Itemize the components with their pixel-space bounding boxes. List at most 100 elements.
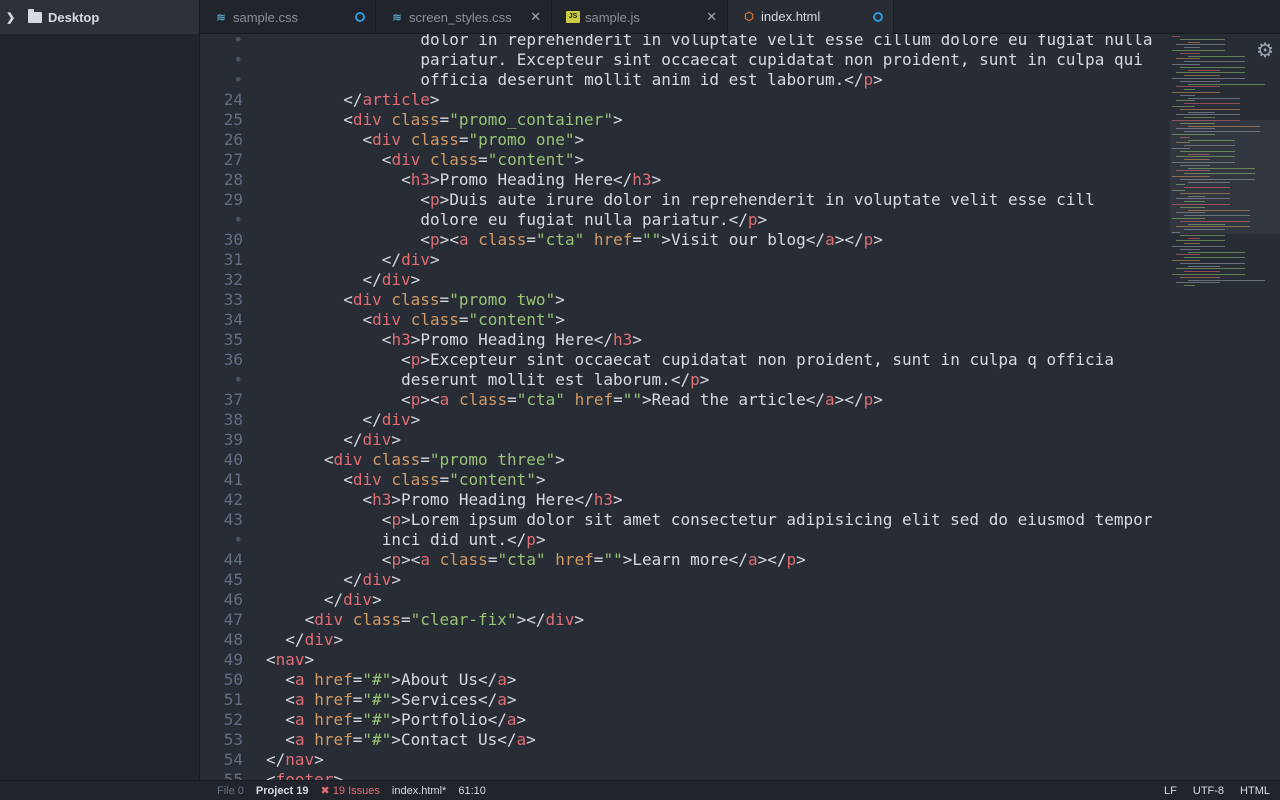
- tab-label: screen_styles.css: [409, 9, 512, 25]
- code-line[interactable]: 43 <p>Lorem ipsum dolor sit amet consecte…: [200, 510, 1170, 530]
- chevron-right-icon[interactable]: ❯: [6, 11, 18, 24]
- line-number[interactable]: 54: [200, 750, 243, 770]
- code-line[interactable]: • officia deserunt mollit anim id est lab…: [200, 70, 1170, 90]
- code-line[interactable]: 54 </nav>: [200, 750, 1170, 770]
- line-number[interactable]: 52: [200, 710, 243, 730]
- line-number[interactable]: •: [200, 70, 243, 90]
- tab-2[interactable]: JS sample.js ✕: [552, 0, 728, 34]
- line-number[interactable]: 35: [200, 330, 243, 350]
- modified-indicator-icon[interactable]: [355, 12, 365, 22]
- code-line[interactable]: • inci did unt.</p>: [200, 530, 1170, 550]
- gear-icon[interactable]: ⚙: [1256, 38, 1274, 63]
- code-line[interactable]: 46 </div>: [200, 590, 1170, 610]
- line-ending-selector[interactable]: LF: [1164, 785, 1177, 797]
- line-number[interactable]: •: [200, 34, 243, 50]
- line-number[interactable]: 44: [200, 550, 243, 570]
- line-number[interactable]: 24: [200, 90, 243, 110]
- line-number[interactable]: •: [200, 370, 243, 390]
- line-number[interactable]: 37: [200, 390, 243, 410]
- code-line[interactable]: 52 <a href="#">Portfolio</a>: [200, 710, 1170, 730]
- line-number[interactable]: 40: [200, 450, 243, 470]
- tab-3[interactable]: ⬡ index.html: [728, 0, 894, 34]
- code-line[interactable]: 53 <a href="#">Contact Us</a>: [200, 730, 1170, 750]
- line-number[interactable]: 50: [200, 670, 243, 690]
- line-number[interactable]: 25: [200, 110, 243, 130]
- line-number[interactable]: 43: [200, 510, 243, 530]
- line-number[interactable]: 42: [200, 490, 243, 510]
- line-number[interactable]: 33: [200, 290, 243, 310]
- line-number[interactable]: 48: [200, 630, 243, 650]
- code-line[interactable]: 45 </div>: [200, 570, 1170, 590]
- modified-indicator-icon[interactable]: [873, 11, 883, 22]
- code-line[interactable]: 29 <p>Duis aute irure dolor in reprehende…: [200, 190, 1170, 210]
- tab-0[interactable]: ≋ sample.css: [200, 0, 376, 34]
- line-number[interactable]: 30: [200, 230, 243, 250]
- code-line[interactable]: 44 <p><a class="cta" href="">Learn more</…: [200, 550, 1170, 570]
- code-line[interactable]: 50 <a href="#">About Us</a>: [200, 670, 1170, 690]
- encoding-selector[interactable]: UTF-8: [1193, 785, 1224, 797]
- close-icon[interactable]: ✕: [706, 9, 717, 25]
- line-number[interactable]: 27: [200, 150, 243, 170]
- code-line[interactable]: 24 </article>: [200, 90, 1170, 110]
- tree-root-desktop[interactable]: ❯ Desktop: [0, 0, 199, 34]
- code-line[interactable]: 55 <footer>: [200, 770, 1170, 780]
- minimap[interactable]: ⚙: [1170, 34, 1280, 780]
- line-number[interactable]: 51: [200, 690, 243, 710]
- code-line[interactable]: 51 <a href="#">Services</a>: [200, 690, 1170, 710]
- tab-1[interactable]: ≋ screen_styles.css ✕: [376, 0, 552, 34]
- code-line[interactable]: 40 <div class="promo three">: [200, 450, 1170, 470]
- line-number[interactable]: 38: [200, 410, 243, 430]
- line-number[interactable]: 47: [200, 610, 243, 630]
- grammar-selector[interactable]: HTML: [1240, 785, 1270, 797]
- code-line[interactable]: 28 <h3>Promo Heading Here</h3>: [200, 170, 1170, 190]
- line-number[interactable]: 26: [200, 130, 243, 150]
- code-line[interactable]: • dolore eu fugiat nulla pariatur.</p>: [200, 210, 1170, 230]
- code-line[interactable]: 35 <h3>Promo Heading Here</h3>: [200, 330, 1170, 350]
- project-issues-count[interactable]: Project 19: [256, 785, 309, 797]
- code-line[interactable]: 36 <p>Excepteur sint occaecat cupidatat n…: [200, 350, 1170, 370]
- line-number[interactable]: •: [200, 210, 243, 230]
- code-line[interactable]: 30 <p><a class="cta" href="">Visit our bl…: [200, 230, 1170, 250]
- code-line[interactable]: 49 <nav>: [200, 650, 1170, 670]
- line-number[interactable]: 53: [200, 730, 243, 750]
- code-line[interactable]: 26 <div class="promo one">: [200, 130, 1170, 150]
- line-number[interactable]: 29: [200, 190, 243, 210]
- close-icon[interactable]: ✕: [530, 9, 541, 25]
- code-line[interactable]: 39 </div>: [200, 430, 1170, 450]
- status-filename[interactable]: index.html*: [392, 785, 446, 797]
- line-number[interactable]: •: [200, 50, 243, 70]
- code-line[interactable]: 25 <div class="promo_container">: [200, 110, 1170, 130]
- issues-indicator[interactable]: ✖ 19 Issues: [321, 784, 380, 797]
- code-line[interactable]: 38 </div>: [200, 410, 1170, 430]
- code-line[interactable]: 47 <div class="clear-fix"></div>: [200, 610, 1170, 630]
- code-line[interactable]: 42 <h3>Promo Heading Here</h3>: [200, 490, 1170, 510]
- line-number[interactable]: 41: [200, 470, 243, 490]
- minimap-line: [1188, 251, 1245, 253]
- code-line[interactable]: • dolor in reprehenderit in voluptate vel…: [200, 34, 1170, 50]
- code-line[interactable]: 37 <p><a class="cta" href="">Read the art…: [200, 390, 1170, 410]
- code-line[interactable]: 31 </div>: [200, 250, 1170, 270]
- line-number[interactable]: 34: [200, 310, 243, 330]
- cursor-position[interactable]: 61:10: [458, 785, 486, 797]
- file-issues-count[interactable]: File 0: [217, 785, 244, 797]
- line-number[interactable]: 36: [200, 350, 243, 370]
- code-line[interactable]: 41 <div class="content">: [200, 470, 1170, 490]
- line-number[interactable]: •: [200, 530, 243, 550]
- line-number[interactable]: 28: [200, 170, 243, 190]
- code-editor[interactable]: • dolor in reprehenderit in voluptate vel…: [200, 34, 1170, 780]
- code-line[interactable]: 48 </div>: [200, 630, 1170, 650]
- line-number[interactable]: 45: [200, 570, 243, 590]
- code-line[interactable]: 27 <div class="content">: [200, 150, 1170, 170]
- line-number[interactable]: 39: [200, 430, 243, 450]
- code-line[interactable]: 33 <div class="promo two">: [200, 290, 1170, 310]
- minimap-line: [1180, 262, 1245, 264]
- line-number[interactable]: 31: [200, 250, 243, 270]
- code-line[interactable]: • deserunt mollit est laborum.</p>: [200, 370, 1170, 390]
- code-line[interactable]: 34 <div class="content">: [200, 310, 1170, 330]
- line-number[interactable]: 46: [200, 590, 243, 610]
- line-number[interactable]: 32: [200, 270, 243, 290]
- code-line[interactable]: 32 </div>: [200, 270, 1170, 290]
- code-line[interactable]: • pariatur. Excepteur sint occaecat cupid…: [200, 50, 1170, 70]
- line-number[interactable]: 55: [200, 770, 243, 780]
- line-number[interactable]: 49: [200, 650, 243, 670]
